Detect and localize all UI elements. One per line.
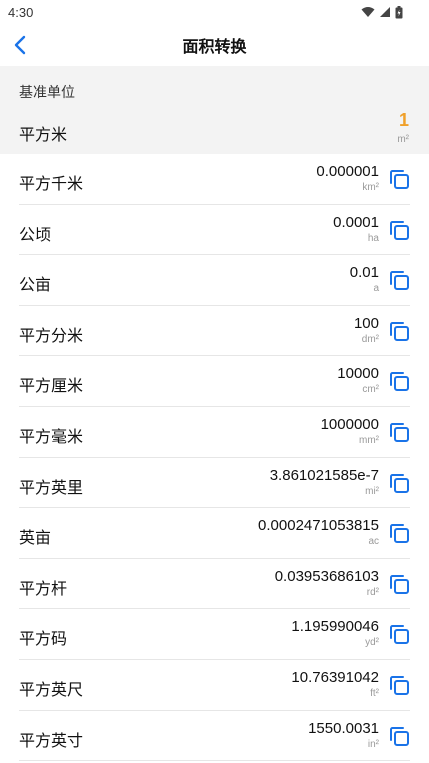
unit-value: 0.03953686103 [274,567,379,585]
unit-value: 0.000001 [316,163,379,180]
unit-symbol: cm² [362,384,379,396]
unit-value: 10.76391042 [291,668,379,686]
unit-value: 3.861021585e-7 [269,466,379,484]
copy-button[interactable] [388,522,410,544]
base-unit-name: 平方米 [19,127,68,144]
unit-symbol: ha [367,232,379,244]
copy-icon [390,220,409,240]
unit-value: 1.195990046 [291,618,379,636]
copy-icon [390,625,409,645]
unit-symbol: mm² [359,434,379,446]
unit-name: 平方分米 [19,327,84,345]
unit-value: 0.0002471053815 [258,517,379,535]
list-item: 平方英里 3.861021585e-7 mi² [19,458,410,509]
copy-icon [390,372,409,392]
unit-value: 0.0001 [333,213,379,231]
copy-button[interactable] [388,472,410,494]
list-item: 平方英尺 10.76391042 ft² [19,660,410,711]
page-title: 面积转换 [182,39,247,56]
unit-value: 1550.0031 [308,719,379,737]
app-bar: 面积转换 [0,24,429,66]
unit-name: 平方厘米 [19,378,84,396]
list-item: 平方千米 0.000001 km² [19,154,410,205]
copy-button[interactable] [388,320,410,342]
unit-value: 1000000 [320,415,379,433]
list-item: 平方毫米 1000000 mm² [19,407,410,458]
unit-value: 100 [353,314,379,332]
copy-button[interactable] [388,168,410,190]
copy-icon [390,473,409,493]
base-unit-section: 基准单位 平方米 1 m² [0,66,429,154]
unit-symbol: rd² [366,586,379,598]
base-unit-heading: 基准单位 [19,84,75,100]
list-item: 平方厘米 10000 cm² [19,356,410,407]
copy-icon [390,524,409,544]
list-item: 平方杆 0.03953686103 rd² [19,559,410,610]
copy-icon [390,574,409,594]
unit-symbol: yd² [365,637,379,649]
unit-symbol: dm² [361,333,379,345]
copy-button[interactable] [388,725,410,747]
copy-button[interactable] [388,623,410,645]
unit-symbol: a [373,283,379,295]
list-item: 平方码 1.195990046 yd² [19,609,410,660]
unit-name: 平方码 [19,631,68,649]
unit-symbol: ac [368,536,379,548]
list-item: 公亩 0.01 a [19,255,410,306]
unit-symbol: in² [367,738,379,750]
copy-icon [390,726,409,746]
back-button[interactable] [8,32,32,58]
unit-name: 平方英里 [19,479,84,497]
copy-icon [390,271,409,291]
copy-icon [390,422,409,442]
list-item: 公顷 0.0001 ha [19,205,410,256]
copy-button[interactable] [388,219,410,241]
list-item: 平方分米 100 dm² [19,306,410,357]
copy-button[interactable] [388,573,410,595]
unit-name: 英亩 [19,530,52,548]
status-icons [361,5,403,19]
unit-name: 平方英尺 [19,681,84,699]
unit-name: 公亩 [19,277,52,295]
list-item: 平方英寸 1550.0031 in² [19,711,410,762]
copy-button[interactable] [388,269,410,291]
copy-button[interactable] [388,674,410,696]
unit-symbol: km² [362,182,379,193]
unit-value: 0.01 [349,264,379,282]
list-item: 英亩 0.0002471053815 ac [19,508,410,559]
unit-name: 平方英寸 [19,732,84,750]
unit-name: 平方杆 [19,580,68,598]
status-time: 4:30 [8,4,34,20]
copy-button[interactable] [388,370,410,392]
unit-list: 平方千米 0.000001 km² 公顷 0.0001 ha 公亩 0.01 a… [0,154,429,762]
copy-icon [390,675,409,695]
wifi-icon [361,7,375,17]
unit-symbol: mi² [365,485,379,497]
unit-value: 10000 [337,365,379,383]
unit-symbol: ft² [370,687,379,699]
unit-name: 平方毫米 [19,428,84,446]
copy-button[interactable] [388,421,410,443]
base-unit-symbol: m² [397,134,409,145]
chevron-left-icon [14,35,26,55]
signal-icon [380,7,390,17]
unit-name: 平方千米 [19,176,84,193]
status-bar: 4:30 [0,0,429,24]
copy-icon [390,321,409,341]
copy-icon [390,170,409,189]
unit-name: 公顷 [19,226,52,244]
battery-icon [395,5,403,18]
base-unit-value[interactable]: 1 [399,110,409,131]
